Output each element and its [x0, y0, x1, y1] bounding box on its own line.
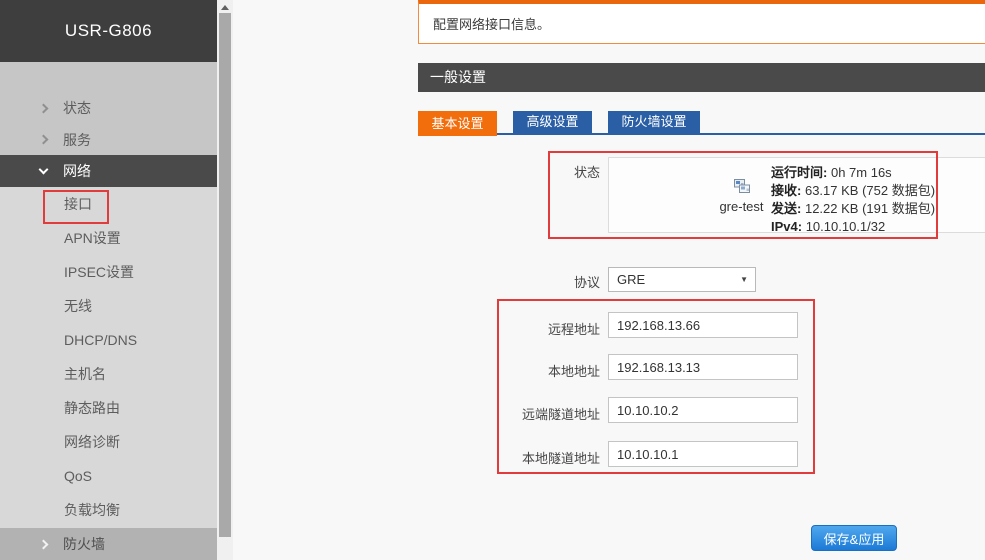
sidebar-item-label: 状态 — [63, 98, 91, 118]
sidebar-item-label: 服务 — [63, 130, 91, 150]
remote-tunnel-address-label: 远端隧道地址 — [460, 404, 600, 423]
stat-ipv4: IPv4: 10.10.10.1/32 — [771, 218, 935, 236]
local-tunnel-address-input[interactable] — [608, 441, 798, 467]
save-apply-button[interactable]: 保存&应用 — [811, 525, 897, 551]
section-header: 一般设置 — [418, 63, 985, 92]
notice-text: 配置网络接口信息。 — [433, 14, 550, 33]
scroll-up-arrow-icon[interactable] — [221, 5, 229, 10]
router-admin-screen: USR-G806 状态 服务 网络 接口 APN设置 IPSEC设置 无线 DH… — [0, 0, 985, 560]
stat-uptime: 运行时间: 0h 7m 16s — [771, 164, 935, 182]
sidebar-item-network[interactable]: 网络 — [0, 155, 217, 187]
network-submenu: 接口 APN设置 IPSEC设置 无线 DHCP/DNS 主机名 静态路由 网络… — [0, 187, 217, 528]
sidebar: USR-G806 状态 服务 网络 接口 APN设置 IPSEC设置 无线 DH… — [0, 0, 217, 560]
page-notice: 配置网络接口信息。 — [418, 0, 985, 44]
status-label: 状态 — [500, 162, 600, 181]
protocol-select[interactable]: GRE ▼ — [608, 267, 756, 292]
chevron-right-icon — [39, 103, 49, 113]
sidebar-item-firewall[interactable]: 防火墙 — [0, 528, 217, 560]
device-title: USR-G806 — [0, 0, 217, 62]
tunnel-interface-icon — [733, 178, 751, 195]
submenu-item-load-balancing[interactable]: 负载均衡 — [0, 493, 217, 527]
submenu-item-static-routes[interactable]: 静态路由 — [0, 391, 217, 425]
remote-tunnel-address-input[interactable] — [608, 397, 798, 423]
protocol-label: 协议 — [500, 272, 600, 291]
protocol-selected-value: GRE — [617, 272, 645, 287]
submenu-item-apn[interactable]: APN设置 — [0, 221, 217, 255]
chevron-right-icon — [39, 135, 49, 145]
submenu-item-ipsec[interactable]: IPSEC设置 — [0, 255, 217, 289]
chevron-right-icon — [39, 539, 49, 549]
sidebar-item-label: 网络 — [63, 161, 91, 181]
submenu-item-qos[interactable]: QoS — [0, 459, 217, 493]
status-cell: gre-test 运行时间: 0h 7m 16s 接收: 63.17 KB (7… — [608, 157, 985, 233]
chevron-down-icon — [39, 165, 49, 175]
section-title: 一般设置 — [430, 69, 486, 85]
submenu-item-interfaces[interactable]: 接口 — [0, 187, 217, 221]
submenu-item-diagnostics[interactable]: 网络诊断 — [0, 425, 217, 459]
sidebar-item-label: 防火墙 — [63, 534, 105, 554]
select-dropdown-arrow-icon: ▼ — [740, 268, 748, 291]
submenu-item-hostname[interactable]: 主机名 — [0, 357, 217, 391]
sidebar-scrollbar[interactable] — [217, 0, 233, 560]
local-address-input[interactable] — [608, 354, 798, 380]
submenu-item-wireless[interactable]: 无线 — [0, 289, 217, 323]
tab-firewall-settings[interactable]: 防火墙设置 — [608, 111, 700, 133]
sidebar-item-services[interactable]: 服务 — [0, 124, 217, 155]
tab-basic-settings[interactable]: 基本设置 — [418, 111, 497, 136]
submenu-item-dhcp-dns[interactable]: DHCP/DNS — [0, 323, 217, 357]
scrollbar-thumb[interactable] — [219, 13, 231, 537]
stat-tx: 发送: 12.22 KB (191 数据包) — [771, 200, 935, 218]
remote-address-label: 远程地址 — [460, 319, 600, 338]
tab-underline — [418, 133, 985, 135]
interface-stats: 运行时间: 0h 7m 16s 接收: 63.17 KB (752 数据包) 发… — [771, 164, 935, 236]
remote-address-input[interactable] — [608, 312, 798, 338]
interface-name: gre-test — [719, 199, 763, 214]
local-tunnel-address-label: 本地隧道地址 — [460, 448, 600, 467]
stat-rx: 接收: 63.17 KB (752 数据包) — [771, 182, 935, 200]
tab-advanced-settings[interactable]: 高级设置 — [513, 111, 592, 133]
local-address-label: 本地地址 — [460, 361, 600, 380]
sidebar-item-status[interactable]: 状态 — [0, 92, 217, 124]
